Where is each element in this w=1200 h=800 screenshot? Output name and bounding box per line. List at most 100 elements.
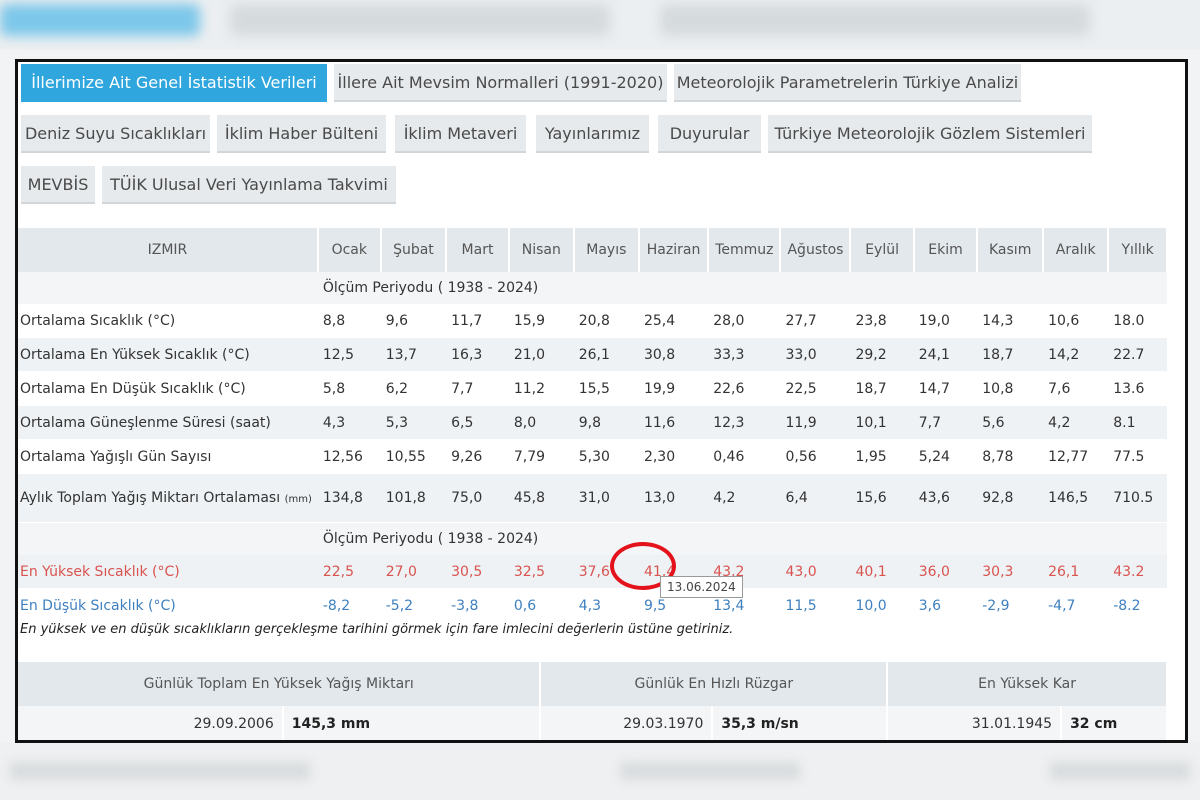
row-label-text: En Yüksek Sıcaklık (°C) <box>20 563 180 580</box>
period-spacer <box>18 522 318 555</box>
value-cell: 25,4 <box>638 304 709 338</box>
measurement-period: Ölçüm Periyodu ( 1938 - 2024) <box>317 522 1167 555</box>
value-cell: 18,7 <box>850 371 914 406</box>
value-cell: 146,5 <box>1043 473 1109 523</box>
value-cell: 5,30 <box>573 439 639 474</box>
table-header-row: IZMIR Ocak Şubat Mart Nisan Mayıs Hazira… <box>18 228 1168 272</box>
value-cell[interactable]: 43.2 <box>1108 555 1167 589</box>
value-cell: 11,7 <box>446 304 509 338</box>
tab-mevbis[interactable]: MEVBİS <box>21 166 95 204</box>
value-cell: 7,79 <box>508 439 574 474</box>
value-cell: 0,46 <box>708 439 781 474</box>
value-cell: 15,9 <box>508 304 574 338</box>
value-cell[interactable]: 4,3 <box>573 588 639 623</box>
extremes-header-row: Günlük Toplam En Yüksek Yağış Miktarı Gü… <box>18 662 1168 706</box>
value-cell: 6,5 <box>446 405 509 440</box>
value-cell[interactable]: 27,0 <box>380 555 447 589</box>
value-cell: 15,6 <box>850 473 914 523</box>
value-cell[interactable]: 22,5 <box>317 555 381 589</box>
value-cell: 92,8 <box>977 473 1044 523</box>
value-cell: 9,26 <box>446 439 509 474</box>
value-cell[interactable]: 10,0 <box>850 588 914 623</box>
blurred-footer-bar <box>10 762 310 780</box>
value-cell[interactable]: -3,8 <box>446 588 509 623</box>
row-label-text: Ortalama Sıcaklık (°C) <box>20 312 176 329</box>
period-spacer <box>18 272 318 304</box>
value-cell[interactable]: -5,2 <box>380 588 447 623</box>
value-cell[interactable]: 30,5 <box>446 555 509 589</box>
blurred-nav <box>230 4 610 36</box>
value-cell: 23,8 <box>850 304 914 338</box>
month-header: Ağustos <box>780 228 852 272</box>
tab-climate-metadata[interactable]: İklim Metaveri <box>395 115 526 153</box>
value-cell: 4,2 <box>708 473 781 523</box>
value-cell: 4,2 <box>1043 405 1109 440</box>
value-cell: 5,6 <box>977 405 1044 440</box>
value-cell: 18,7 <box>977 337 1044 372</box>
value-cell[interactable]: 32,5 <box>508 555 574 589</box>
value-cell: 33,3 <box>708 337 781 372</box>
tab-general-statistics[interactable]: İllerimize Ait Genel İstatistik Verileri <box>21 64 327 102</box>
value-cell[interactable]: 11,5 <box>780 588 851 623</box>
value-cell: 22,5 <box>780 371 851 406</box>
value-cell: 12,56 <box>317 439 381 474</box>
row-label-text: Aylık Toplam Yağış Miktarı Ortalaması <box>20 490 281 506</box>
tab-climate-bulletin[interactable]: İklim Haber Bülteni <box>217 115 386 153</box>
extreme-title: En Yüksek Kar <box>887 662 1168 706</box>
tab-parameter-analysis[interactable]: Meteorolojik Parametrelerin Türkiye Anal… <box>674 64 1021 102</box>
blurred-footer-bar <box>1050 762 1190 780</box>
tab-tuik-calendar[interactable]: TÜİK Ulusal Veri Yayınlama Takvimi <box>102 166 396 204</box>
value-cell[interactable]: -4,7 <box>1043 588 1109 623</box>
value-cell: 8,8 <box>317 304 381 338</box>
tab-observation-systems[interactable]: Türkiye Meteorolojik Gözlem Sistemleri <box>768 115 1092 153</box>
row-label: En Düşük Sıcaklık (°C) <box>18 588 318 623</box>
extremes-value-row: 29.09.2006 145,3 mm 29.03.1970 35,3 m/sn… <box>18 706 1168 740</box>
value-cell[interactable]: -8.2 <box>1108 588 1167 623</box>
extreme-value: 35,3 m/sn <box>712 706 889 740</box>
value-cell: 22.7 <box>1108 337 1167 372</box>
extreme-title: Günlük Toplam En Yüksek Yağış Miktarı <box>18 662 542 706</box>
measurement-period: Ölçüm Periyodu ( 1938 - 2024) <box>317 272 1167 304</box>
tab-season-normals[interactable]: İllere Ait Mevsim Normalleri (1991-2020) <box>334 64 667 102</box>
value-cell: 20,8 <box>573 304 639 338</box>
value-cell[interactable]: 36,0 <box>913 555 978 589</box>
value-cell: 33,0 <box>780 337 851 372</box>
row-label-text: Ortalama En Düşük Sıcaklık (°C) <box>20 380 246 397</box>
value-cell: 10,6 <box>1043 304 1109 338</box>
tab-announcements[interactable]: Duyurular <box>658 115 761 153</box>
value-cell[interactable]: 3,6 <box>913 588 978 623</box>
value-cell[interactable]: 26,1 <box>1043 555 1109 589</box>
value-cell: 5,24 <box>913 439 978 474</box>
value-cell: 22,6 <box>708 371 781 406</box>
value-cell[interactable]: 40,1 <box>850 555 914 589</box>
row-label-text: Ortalama Güneşlenme Süresi (saat) <box>20 414 271 431</box>
value-cell: 10,8 <box>977 371 1044 406</box>
value-cell[interactable]: -2,9 <box>977 588 1044 623</box>
value-cell[interactable]: 30,3 <box>977 555 1044 589</box>
value-cell: 14,2 <box>1043 337 1109 372</box>
value-cell: 77.5 <box>1108 439 1167 474</box>
value-cell: 43,6 <box>913 473 978 523</box>
value-cell: 5,3 <box>380 405 447 440</box>
blurred-logo <box>0 4 200 36</box>
value-cell: 28,0 <box>708 304 781 338</box>
extreme-temperature-rows: En Yüksek Sıcaklık (°C) 22,5 27,0 30,5 32,5 3… <box>18 555 1167 623</box>
value-cell: 21,0 <box>508 337 574 372</box>
tab-publications[interactable]: Yayınlarımız <box>536 115 649 153</box>
value-cell[interactable]: 0,6 <box>508 588 574 623</box>
extreme-date: 29.03.1970 <box>540 706 714 740</box>
value-cell: 29,2 <box>850 337 914 372</box>
row-label: Ortalama Sıcaklık (°C) <box>18 304 318 338</box>
value-cell: 4,3 <box>317 405 381 440</box>
value-cell: 16,3 <box>446 337 509 372</box>
value-cell: 45,8 <box>508 473 574 523</box>
value-cell: 13.6 <box>1108 371 1167 406</box>
value-cell: 12,77 <box>1043 439 1109 474</box>
value-cell[interactable]: -8,2 <box>317 588 381 623</box>
value-cell: 710.5 <box>1108 473 1167 523</box>
value-cell: 2,30 <box>638 439 709 474</box>
value-cell[interactable]: 43,0 <box>780 555 851 589</box>
tab-sea-temperatures[interactable]: Deniz Suyu Sıcaklıkları <box>21 115 210 153</box>
month-header: Nisan <box>508 228 575 272</box>
hover-note: En yüksek ve en düşük sıcaklıkların gerç… <box>20 622 734 637</box>
